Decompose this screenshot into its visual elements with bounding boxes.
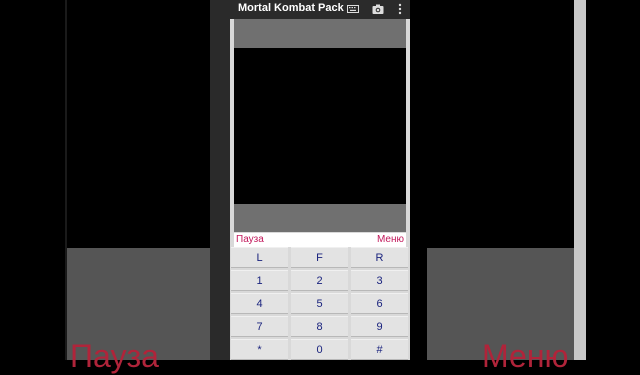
- background-menu-label: Меню: [482, 338, 569, 374]
- key-l[interactable]: L: [231, 247, 288, 268]
- keyboard-icon[interactable]: [347, 3, 359, 15]
- key-star[interactable]: *: [231, 339, 288, 360]
- emulator-window: Mortal Kombat Pack Пауза Меню L F R 1 2 …: [230, 0, 410, 360]
- camera-icon[interactable]: [372, 3, 384, 15]
- game-screen[interactable]: [234, 48, 406, 204]
- key-7[interactable]: 7: [231, 316, 288, 337]
- key-0[interactable]: 0: [291, 339, 348, 360]
- key-8[interactable]: 8: [291, 316, 348, 337]
- game-screen-bottom-bar: [234, 204, 406, 232]
- key-2[interactable]: 2: [291, 270, 348, 291]
- more-vert-icon[interactable]: [394, 3, 406, 15]
- background-pause-label: Пауза: [70, 338, 159, 374]
- key-hash[interactable]: #: [351, 339, 408, 360]
- background-right-screen: [427, 0, 574, 248]
- softkey-menu-button[interactable]: Меню: [377, 233, 404, 247]
- key-9[interactable]: 9: [351, 316, 408, 337]
- softkey-bar: Пауза Меню: [234, 233, 406, 247]
- app-titlebar: Mortal Kombat Pack: [230, 0, 410, 19]
- background-left-screen: [67, 0, 229, 248]
- key-r[interactable]: R: [351, 247, 408, 268]
- background-right-edge: [574, 0, 586, 360]
- key-1[interactable]: 1: [231, 270, 288, 291]
- key-3[interactable]: 3: [351, 270, 408, 291]
- key-6[interactable]: 6: [351, 293, 408, 314]
- background-left-edge: [210, 0, 230, 360]
- key-4[interactable]: 4: [231, 293, 288, 314]
- keypad: L F R 1 2 3 4 5 6 7 8 9 * 0 #: [230, 247, 410, 360]
- game-screen-top-bar: [234, 19, 406, 48]
- app-title: Mortal Kombat Pack: [238, 2, 344, 14]
- key-f[interactable]: F: [291, 247, 348, 268]
- key-5[interactable]: 5: [291, 293, 348, 314]
- softkey-pause-button[interactable]: Пауза: [236, 233, 264, 247]
